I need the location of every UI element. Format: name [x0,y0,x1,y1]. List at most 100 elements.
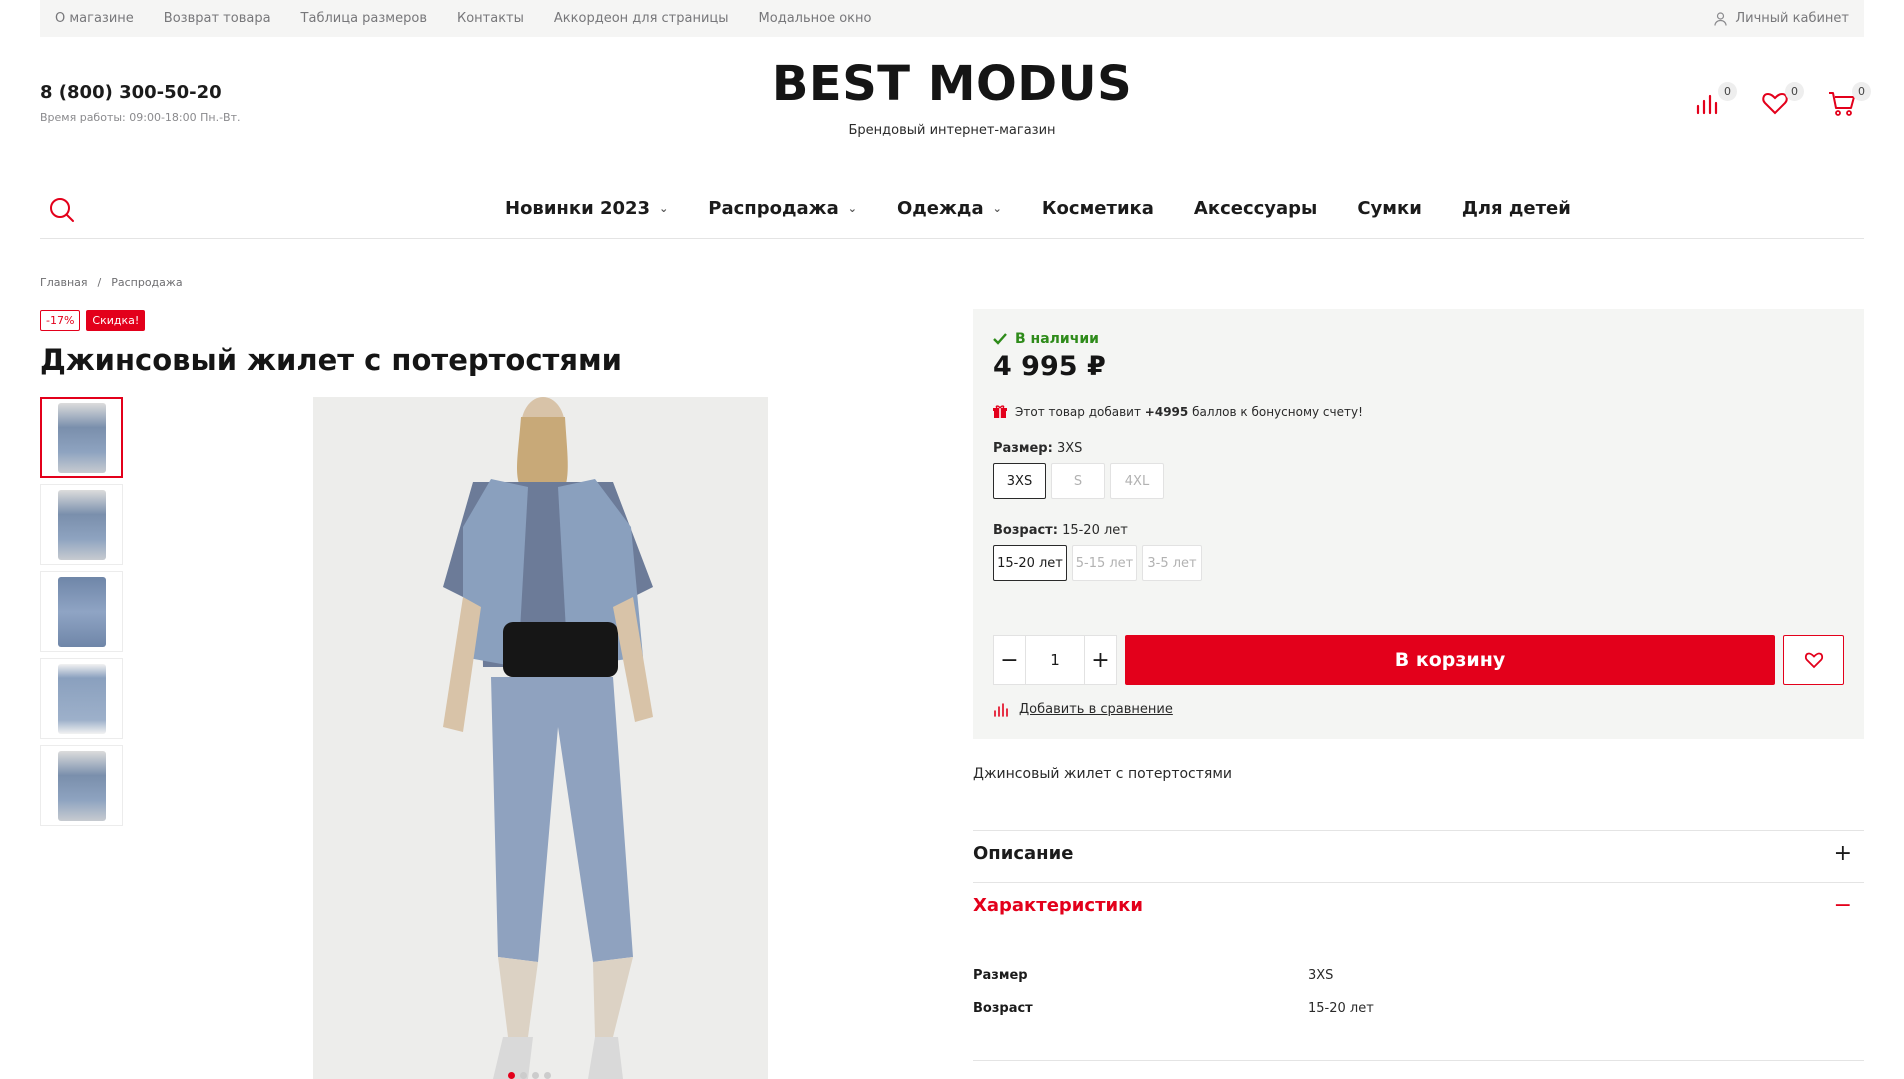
age-label: Возраст: 15-20 лет [993,523,1128,538]
topbar-link-size-chart[interactable]: Таблица размеров [301,11,427,26]
nav-item-label: Сумки [1357,197,1422,219]
bonus-points: +4995 [1144,405,1189,419]
breadcrumb-sale[interactable]: Распродажа [111,276,182,289]
nav-divider [40,238,1864,239]
favorites-count: 0 [1785,82,1804,101]
nav-item-label: Распродажа [708,197,839,219]
age-option[interactable]: 15-20 лет [993,545,1067,581]
gallery-dot[interactable] [520,1072,527,1079]
quantity-decrease-button[interactable]: − [994,636,1025,684]
size-options: 3XS S 4XL [993,463,1169,499]
age-selected-value: 15-20 лет [1062,523,1128,538]
product-title: Джинсовый жилет с потертостями [40,343,622,377]
age-options: 15-20 лет 5-15 лет 3-5 лет [993,545,1207,581]
add-to-compare-link[interactable]: Добавить в сравнение [993,702,1173,717]
favorites-button[interactable]: 0 [1760,82,1804,122]
spec-key: Возраст [973,1001,1033,1016]
size-option[interactable]: 3XS [993,463,1046,499]
short-description: Джинсовый жилет с потертостями [973,766,1232,782]
compare-button[interactable]: 0 [1693,82,1737,122]
gift-icon [993,405,1007,418]
add-to-favorites-button[interactable] [1783,635,1844,685]
thumbnail-image [57,750,106,821]
thumbnail-image [57,489,106,560]
topbar-link-contacts[interactable]: Контакты [457,11,524,26]
site-logo[interactable]: BEST MODUS [0,56,1904,112]
spec-value: 3XS [1308,968,1334,983]
cart-button[interactable]: 0 [1827,82,1871,122]
search-icon [50,198,74,222]
accordion-divider [973,830,1864,831]
thumbnail[interactable] [40,745,123,826]
nav-item-accessories[interactable]: Аксессуары [1194,198,1317,219]
topbar-link-modal[interactable]: Модальное окно [759,11,872,26]
spec-key: Размер [973,968,1028,983]
bonus-info: Этот товар добавит +4995 баллов к бонусн… [993,405,1363,419]
topbar-link-accordion[interactable]: Аккордеон для страницы [554,11,729,26]
user-icon [1714,11,1727,26]
thumbnail-list [40,397,123,832]
topbar: О магазине Возврат товара Таблица размер… [40,0,1864,37]
buy-box: В наличии 4 995 ₽ Этот товар добавит +49… [973,309,1864,739]
accordion-divider [973,882,1864,883]
size-selected-value: 3XS [1056,441,1083,456]
thumbnail[interactable] [40,397,123,478]
bonus-prefix: Этот товар добавит [1015,405,1141,419]
accordion-divider [973,1060,1864,1061]
thumbnail[interactable] [40,571,123,652]
chevron-down-icon: ⌄ [659,201,669,215]
age-option[interactable]: 5-15 лет [1072,545,1137,581]
topbar-link-returns[interactable]: Возврат товара [164,11,271,26]
account-link[interactable]: Личный кабинет [1714,0,1849,37]
nav-item-bags[interactable]: Сумки [1357,198,1422,219]
topbar-link-about[interactable]: О магазине [55,11,134,26]
breadcrumb-home[interactable]: Главная [40,276,88,289]
nav-item-label: Аксессуары [1193,197,1318,219]
gallery-dot[interactable] [532,1072,539,1079]
accordion-title: Описание [973,842,1074,864]
accordion-description-header[interactable]: Описание + [973,838,1864,868]
product-main-image[interactable] [313,397,768,1079]
gallery-dots [508,1072,556,1079]
nav-item-kids[interactable]: Для детей [1462,198,1571,219]
size-option[interactable]: 4XL [1110,463,1164,499]
stock-status: В наличии [993,331,1099,347]
compare-link-label: Добавить в сравнение [1019,702,1173,717]
spec-value: 15-20 лет [1308,1001,1374,1016]
breadcrumb: Главная / Распродажа [40,276,183,289]
age-option[interactable]: 3-5 лет [1142,545,1202,581]
accordion-title: Характеристики [973,894,1143,916]
stock-label: В наличии [1015,331,1099,347]
add-to-cart-button[interactable]: В корзину [1125,635,1775,685]
check-icon [993,333,1007,345]
gallery-dot[interactable] [508,1072,515,1079]
thumbnail[interactable] [40,658,123,739]
thumbnail-image [57,663,106,734]
gallery-dot[interactable] [544,1072,551,1079]
accordion-specs-header[interactable]: Характеристики − [973,890,1864,920]
site-tagline: Брендовый интернет-магазин [848,123,1056,138]
chevron-down-icon: ⌄ [847,201,857,215]
nav-item-cosmetics[interactable]: Косметика [1042,198,1154,219]
spec-row: Размер 3XS [973,968,1864,983]
size-option[interactable]: S [1051,463,1105,499]
quantity-increase-button[interactable]: + [1085,636,1116,684]
age-label-title: Возраст: [993,523,1058,538]
thumbnail[interactable] [40,484,123,565]
nav-item-new[interactable]: Новинки 2023 ⌄ [505,198,668,219]
sale-badge: Скидка! [86,310,146,331]
breadcrumb-separator: / [97,276,102,289]
product-photo [313,397,768,1079]
search-button[interactable] [48,196,76,224]
nav-item-clothing[interactable]: Одежда ⌄ [897,198,1002,219]
thumbnail-image [57,576,106,647]
nav-item-sale[interactable]: Распродажа ⌄ [708,198,857,219]
nav-item-label: Косметика [1041,197,1154,219]
size-label-title: Размер: [993,441,1053,456]
plus-icon: + [1833,840,1852,866]
thumbnail-image [57,402,106,473]
compare-count: 0 [1718,82,1737,101]
quantity-input[interactable]: 1 [1025,636,1085,684]
heart-icon [1804,652,1823,669]
spec-row: Возраст 15-20 лет [973,1001,1864,1016]
